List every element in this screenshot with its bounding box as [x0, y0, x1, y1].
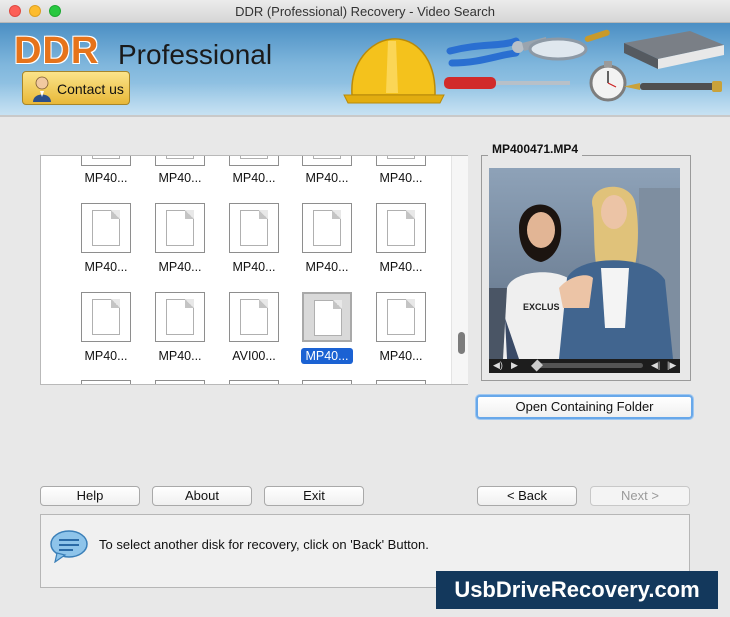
screwdriver-icon	[444, 77, 570, 89]
open-containing-folder-button[interactable]: Open Containing Folder	[476, 395, 693, 419]
volume-icon[interactable]: ◀)	[493, 360, 503, 371]
video-controls: ◀) ▶ ◀| |▶	[489, 359, 680, 373]
contact-us-button[interactable]: Contact us	[22, 71, 130, 105]
file-label: MP40...	[84, 349, 128, 363]
file-label: AVI00...	[232, 349, 276, 363]
header-banner: DDR Professional Contact us	[0, 23, 730, 115]
forward-icon[interactable]: |▶	[667, 360, 676, 371]
file-icon	[376, 203, 426, 253]
file-icon	[229, 292, 279, 342]
stopwatch-icon	[589, 61, 627, 102]
file-icon	[302, 156, 352, 166]
preview-filename: MP400471.MP4	[488, 142, 583, 156]
pen-icon	[624, 81, 722, 92]
file-icon	[81, 203, 131, 253]
file-icon	[81, 156, 131, 166]
file-icon	[155, 292, 205, 342]
speech-bubble-icon	[50, 530, 88, 563]
file-grid-panel[interactable]: MP40... MP40... MP40... MP40... MP40... …	[40, 155, 468, 385]
file-label: MP40...	[84, 171, 128, 185]
play-icon[interactable]: ▶	[511, 360, 518, 371]
file-label: MP40...	[232, 260, 276, 274]
seek-bar[interactable]	[533, 363, 643, 368]
logo-ddr: DDR	[14, 30, 100, 72]
file-label: MP40...	[305, 171, 349, 185]
seek-knob[interactable]	[530, 359, 544, 372]
header-separator	[0, 115, 730, 117]
file-icon	[376, 292, 426, 342]
file-icon	[81, 292, 131, 342]
watermark: UsbDriveRecovery.com	[436, 571, 718, 609]
about-button[interactable]: About	[152, 486, 252, 506]
help-button[interactable]: Help	[40, 486, 140, 506]
window-title: DDR (Professional) Recovery - Video Sear…	[235, 4, 495, 19]
logo-professional: Professional	[118, 39, 273, 70]
contact-us-label: Contact us	[57, 81, 124, 97]
two-women-photo: EXCLUS	[489, 168, 680, 359]
file-label: MP40...	[158, 171, 202, 185]
next-button[interactable]: Next >	[590, 486, 690, 506]
file-label: MP40...	[158, 349, 202, 363]
file-label: MP40...	[305, 260, 349, 274]
file-label: MP40...	[379, 260, 423, 274]
back-button[interactable]: < Back	[477, 486, 577, 506]
file-icon	[155, 203, 205, 253]
file-label: MP40...	[158, 260, 202, 274]
hard-hat-icon	[343, 38, 445, 104]
exit-button[interactable]: Exit	[264, 486, 364, 506]
file-icon	[302, 292, 352, 342]
grid-scrollbar-thumb[interactable]	[458, 332, 465, 354]
title-bar: DDR (Professional) Recovery - Video Sear…	[0, 0, 730, 23]
file-icon	[229, 203, 279, 253]
file-icon	[155, 156, 205, 166]
file-label: MP40...	[379, 349, 423, 363]
magnifier-icon	[528, 29, 610, 61]
message-text: To select another disk for recovery, cli…	[99, 537, 429, 552]
file-label: MP40...	[379, 171, 423, 185]
file-icon	[302, 203, 352, 253]
file-label: MP40...	[232, 171, 276, 185]
book-icon	[624, 31, 724, 69]
file-icon	[376, 156, 426, 166]
file-label: MP40...	[301, 348, 353, 364]
rewind-icon[interactable]: ◀|	[651, 360, 660, 371]
person-icon	[33, 76, 51, 102]
file-label: MP40...	[84, 260, 128, 274]
file-icon	[229, 156, 279, 166]
svg-text:EXCLUS: EXCLUS	[523, 302, 560, 312]
tools-illustration	[343, 29, 724, 104]
video-preview[interactable]: EXCLUS	[489, 168, 680, 359]
